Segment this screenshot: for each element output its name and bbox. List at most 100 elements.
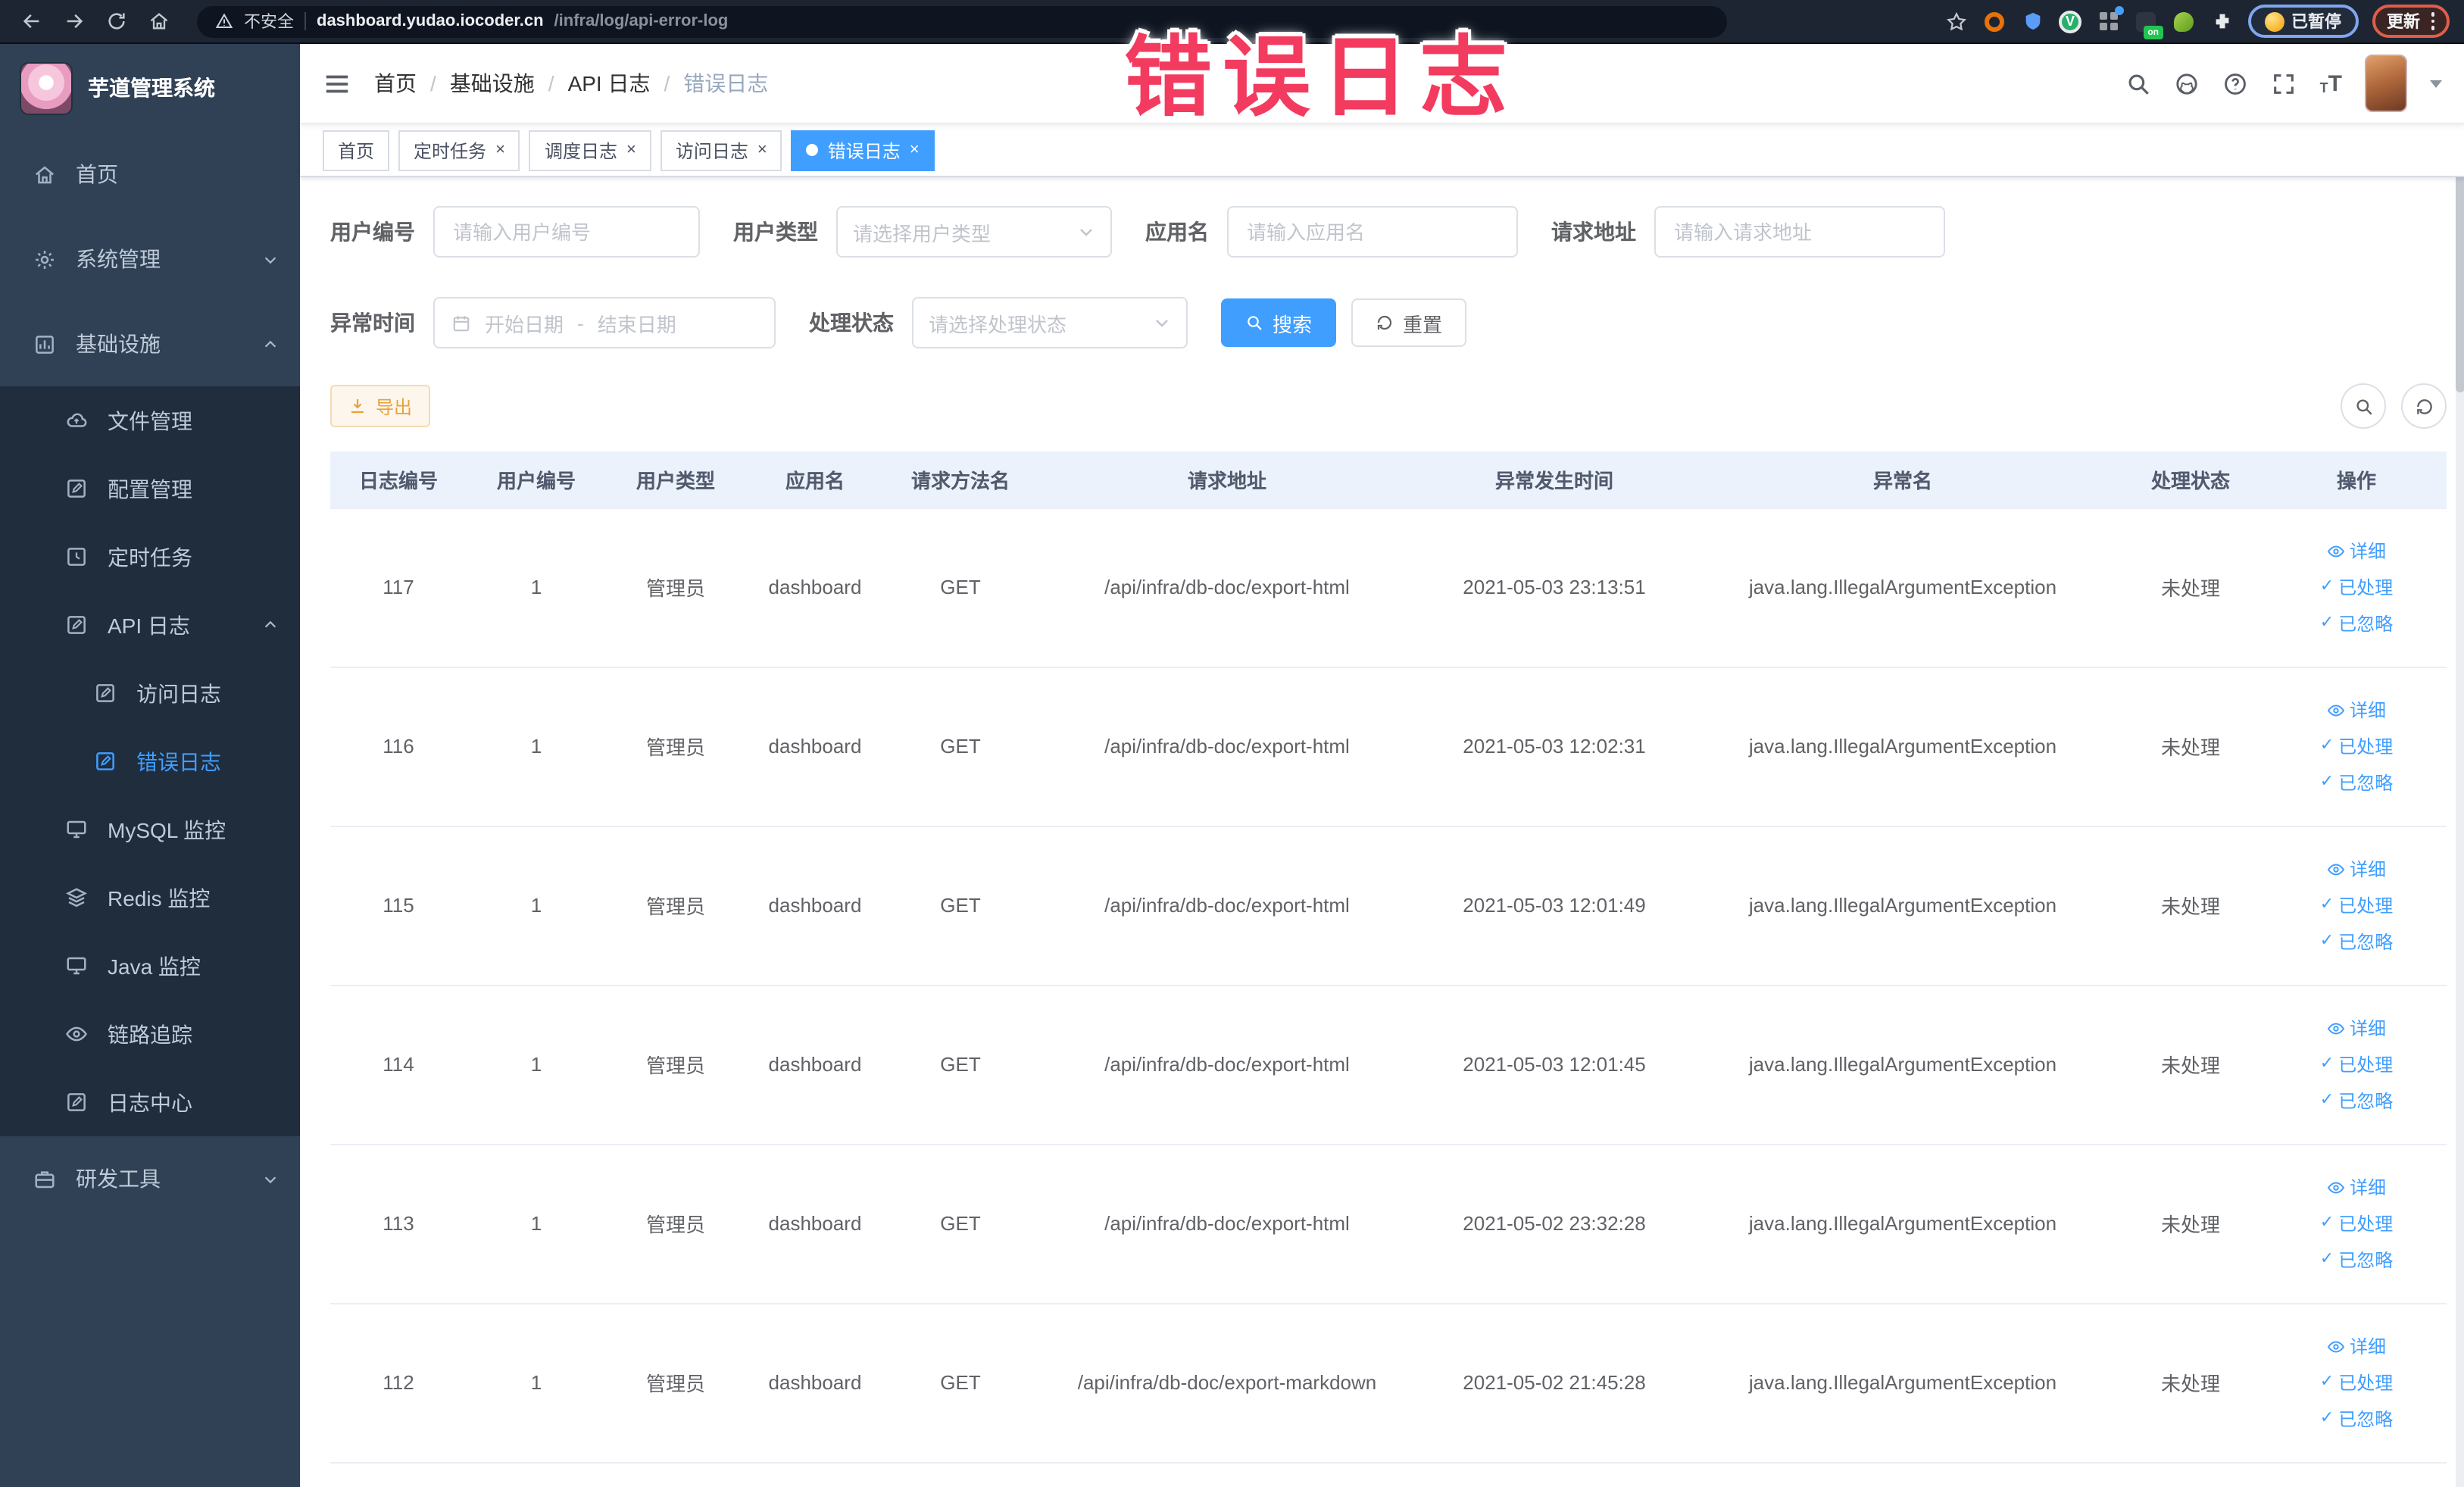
user-menu-caret-icon[interactable] — [2430, 80, 2442, 87]
sidebar-item-tracing[interactable]: 链路追踪 — [0, 1000, 300, 1068]
sidebar-item-system[interactable]: 系统管理 — [0, 217, 300, 301]
user-id-input[interactable] — [433, 206, 700, 258]
extension-icon-on-switch[interactable]: on — [2134, 9, 2163, 39]
mark-ignored-link[interactable]: ✓ 已忽略 — [2320, 1406, 2393, 1432]
profile-paused-chip[interactable]: 已暂停 — [2247, 5, 2358, 38]
exception-time-range-picker[interactable]: 开始日期 - 结束日期 — [433, 297, 776, 348]
edit-icon — [94, 750, 117, 773]
sidebar-item-scheduled-jobs[interactable]: 定时任务 — [0, 523, 300, 591]
font-size-icon[interactable]: TT — [2320, 72, 2342, 95]
breadcrumb-api-log[interactable]: API 日志 — [568, 68, 651, 98]
extension-icon-grid[interactable] — [2096, 6, 2123, 33]
process-status-label: 处理状态 — [809, 311, 894, 335]
logo-image — [20, 61, 73, 114]
cell-status: 未处理 — [2115, 1303, 2266, 1463]
app-name-input[interactable] — [1227, 206, 1518, 258]
check-icon: ✓ — [2319, 614, 2334, 632]
annotation-error-log: 错误日志 — [1124, 29, 1519, 127]
sidebar-item-infra[interactable]: 基础设施 — [0, 301, 300, 386]
fullscreen-icon[interactable] — [2272, 70, 2297, 96]
sidebar-item-dev-tools[interactable]: 研发工具 — [0, 1136, 300, 1221]
close-icon[interactable]: × — [757, 141, 767, 158]
extension-icon-blue-shield[interactable] — [2020, 9, 2044, 33]
sidebar-item-mysql-monitor[interactable]: MySQL 监控 — [0, 795, 300, 864]
docs-question-icon[interactable] — [2223, 70, 2249, 96]
mark-ignored-link[interactable]: ✓ 已忽略 — [2320, 770, 2393, 795]
extension-icon-leaf[interactable] — [2172, 9, 2196, 33]
sidebar-item-api-log[interactable]: API 日志 — [0, 591, 300, 659]
header-search-icon[interactable] — [2126, 70, 2152, 96]
extensions-puzzle-icon[interactable] — [2209, 9, 2234, 33]
cell-time: 2021-05-03 12:01:45 — [1418, 985, 1691, 1145]
breadcrumb-home[interactable]: 首页 — [374, 68, 417, 98]
back-button[interactable] — [15, 5, 48, 38]
mark-ignored-link[interactable]: ✓ 已忽略 — [2320, 1088, 2393, 1114]
mark-processed-link[interactable]: ✓ 已处理 — [2320, 1211, 2393, 1236]
mark-ignored-link[interactable]: ✓ 已忽略 — [2320, 611, 2393, 636]
mark-processed-link[interactable]: ✓ 已处理 — [2320, 574, 2393, 600]
tab-scheduled-jobs[interactable]: 定时任务 × — [398, 130, 520, 170]
extension-icon-green-v[interactable]: V — [2058, 9, 2082, 33]
toggle-search-button[interactable] — [2341, 383, 2386, 429]
sidebar-item-java-monitor[interactable]: Java 监控 — [0, 932, 300, 1000]
chevron-down-icon — [1077, 223, 1095, 241]
close-icon[interactable]: × — [626, 141, 636, 158]
sidebar-item-config-manage[interactable]: 配置管理 — [0, 455, 300, 523]
mark-processed-link[interactable]: ✓ 已处理 — [2320, 892, 2393, 918]
mark-ignored-link[interactable]: ✓ 已忽略 — [2320, 1247, 2393, 1273]
detail-link[interactable]: 详细 — [2327, 1015, 2386, 1041]
reset-button[interactable]: 重置 — [1351, 298, 1467, 347]
briefcase-icon — [33, 1167, 56, 1190]
export-button[interactable]: 导出 — [330, 385, 431, 427]
search-button[interactable]: 搜索 — [1221, 298, 1337, 347]
close-icon[interactable]: × — [910, 141, 920, 158]
sidebar-item-file-manage[interactable]: 文件管理 — [0, 386, 300, 455]
mark-processed-link[interactable]: ✓ 已处理 — [2320, 1051, 2393, 1077]
bookmark-star-icon[interactable] — [1944, 9, 1969, 33]
edit-icon — [94, 682, 117, 704]
user-type-select[interactable]: 请选择用户类型 — [836, 206, 1112, 258]
app-logo[interactable]: 芋道管理系统 — [0, 44, 300, 132]
sidebar-item-redis-monitor[interactable]: Redis 监控 — [0, 864, 300, 932]
tab-schedule-log[interactable]: 调度日志 × — [529, 130, 651, 170]
reload-button[interactable] — [100, 5, 133, 38]
detail-link[interactable]: 详细 — [2327, 856, 2386, 882]
eye-icon — [2327, 701, 2345, 719]
refresh-table-button[interactable] — [2401, 383, 2447, 429]
cell-user-type: 管理员 — [606, 985, 745, 1145]
check-icon: ✓ — [2319, 1250, 2334, 1268]
table-header-row: 日志编号 用户编号 用户类型 应用名 请求方法名 请求地址 异常发生时间 异常名… — [330, 451, 2447, 508]
close-icon[interactable]: × — [495, 141, 505, 158]
page: 不安全 dashboard.yudao.iocoder.cn/infra/log… — [0, 0, 2464, 1487]
cell-user-id: 1 — [467, 985, 606, 1145]
tab-home[interactable]: 首页 — [323, 130, 390, 170]
mark-processed-link[interactable]: ✓ 已处理 — [2320, 1370, 2393, 1395]
detail-link[interactable]: 详细 — [2327, 538, 2386, 564]
sidebar-item-error-log[interactable]: 错误日志 — [0, 727, 300, 795]
sidebar-item-log-center[interactable]: 日志中心 — [0, 1068, 300, 1136]
breadcrumb-infra[interactable]: 基础设施 — [450, 68, 535, 98]
sidebar-item-home[interactable]: 首页 — [0, 132, 300, 217]
home-button[interactable] — [142, 5, 176, 38]
process-status-select[interactable]: 请选择处理状态 — [912, 297, 1188, 348]
hamburger-icon[interactable] — [323, 69, 351, 98]
table-row: 115 1 管理员 dashboard GET /api/infra/db-do… — [330, 826, 2447, 986]
browser-menu-icon[interactable] — [2431, 12, 2434, 30]
request-url-input[interactable] — [1654, 206, 1945, 258]
github-icon[interactable] — [2175, 70, 2200, 96]
mark-ignored-link[interactable]: ✓ 已忽略 — [2320, 929, 2393, 954]
forward-button[interactable] — [58, 5, 91, 38]
page-scrollbar[interactable] — [2456, 44, 2464, 1487]
detail-link[interactable]: 详细 — [2327, 1333, 2386, 1359]
sidebar-item-access-log[interactable]: 访问日志 — [0, 659, 300, 727]
extension-icon-orange-ring[interactable] — [1982, 9, 2006, 33]
tab-error-log[interactable]: 错误日志 × — [791, 130, 935, 170]
tab-access-log[interactable]: 访问日志 × — [660, 130, 782, 170]
detail-link[interactable]: 详细 — [2327, 697, 2386, 723]
mark-processed-link[interactable]: ✓ 已处理 — [2320, 733, 2393, 759]
detail-link[interactable]: 详细 — [2327, 1174, 2386, 1200]
avatar[interactable] — [2365, 55, 2407, 112]
browser-update-button[interactable]: 更新 — [2372, 5, 2450, 38]
cell-method: GET — [885, 1303, 1036, 1463]
cell-time: 2021-05-02 21:45:28 — [1418, 1303, 1691, 1463]
